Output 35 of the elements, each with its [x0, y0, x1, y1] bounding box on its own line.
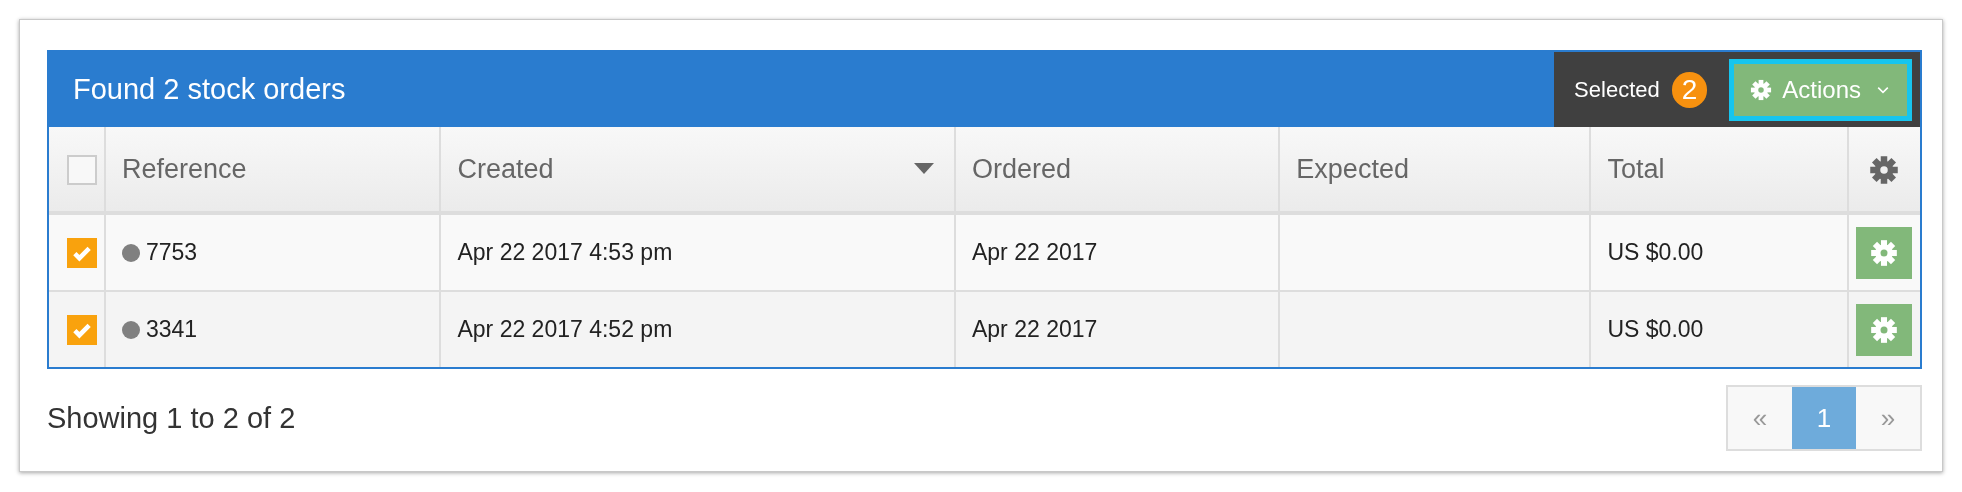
- row-settings-button[interactable]: [1856, 226, 1913, 279]
- column-label: Ordered: [972, 153, 1072, 185]
- table-cell: Apr 22 2017: [972, 239, 1098, 266]
- gear-icon: [1750, 78, 1773, 101]
- page-button[interactable]: »: [1856, 387, 1920, 449]
- select-all-checkbox[interactable]: [67, 154, 97, 185]
- column-header[interactable]: Total: [1590, 127, 1848, 213]
- row-checkbox[interactable]: [67, 314, 97, 345]
- selected-count-badge: 2: [1671, 71, 1708, 108]
- page-button[interactable]: «: [1728, 387, 1792, 449]
- row-settings-button[interactable]: [1856, 303, 1913, 356]
- table-cell: US $0.00: [1607, 316, 1704, 343]
- settings-icon[interactable]: [1869, 154, 1900, 185]
- panel-title: Found 2 stock orders: [72, 73, 346, 106]
- column-label: Created: [457, 153, 554, 185]
- column-label: Reference: [121, 153, 247, 185]
- chevron-down-icon: [1877, 85, 1889, 94]
- table-cell: Apr 22 2017 4:53 pm: [457, 239, 673, 266]
- settings-icon: [1870, 238, 1899, 267]
- column-header[interactable]: Expected: [1279, 127, 1591, 213]
- row-checkbox[interactable]: [67, 237, 97, 268]
- sort-caret-icon: [914, 163, 934, 175]
- table-cell: US $0.00: [1607, 239, 1704, 266]
- column-label: Total: [1607, 153, 1665, 185]
- column-label: Expected: [1296, 153, 1409, 185]
- selected-label: Selected: [1574, 76, 1660, 103]
- settings-icon: [1870, 315, 1899, 344]
- table-cell: Apr 22 2017 4:52 pm: [457, 316, 673, 343]
- column-header[interactable]: Reference: [104, 127, 441, 213]
- column-header[interactable]: Created: [440, 127, 955, 213]
- results-summary: Showing 1 to 2 of 2: [47, 401, 296, 435]
- table-cell: 7753: [145, 239, 198, 266]
- column-header[interactable]: Ordered: [955, 127, 1280, 213]
- table-cell: Apr 22 2017: [972, 316, 1098, 343]
- table-cell: 3341: [145, 316, 198, 343]
